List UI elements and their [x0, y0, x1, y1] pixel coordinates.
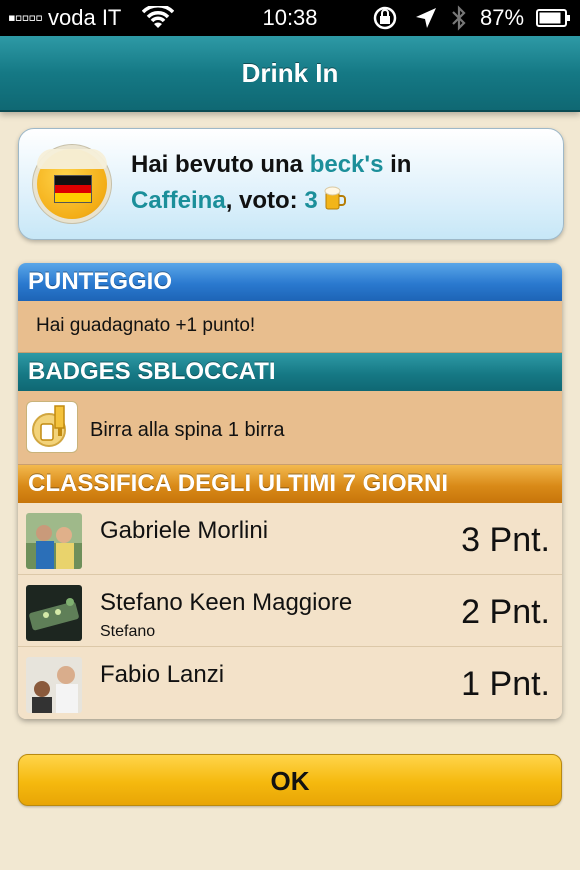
points-earned-text: Hai guadagnato +1 punto!: [36, 315, 256, 336]
avatar: [26, 585, 82, 641]
checkin-message: Hai bevuto una beck's in Caffeina, voto:…: [131, 147, 551, 219]
ranking-section-header: CLASSIFICA DEGLI ULTIMI 7 GIORNI: [18, 465, 562, 503]
location-arrow-icon: [416, 8, 436, 28]
avatar: [26, 657, 82, 713]
player-points: 2 Pnt.: [461, 593, 550, 631]
player-nickname: Stefano: [100, 623, 156, 640]
germany-flag-icon: [54, 175, 92, 203]
navigation-bar: Drink In: [0, 36, 580, 112]
battery-percentage: 87%: [480, 5, 525, 30]
badges-section-header: BADGES SBLOCCATI: [18, 353, 562, 391]
ranking-row[interactable]: Gabriele Morlini 3 Pnt.: [18, 503, 562, 575]
vote-label: , voto:: [225, 187, 298, 214]
badge-name: Birra alla spina 1 birra: [90, 419, 285, 441]
vote-value: 3: [304, 187, 318, 214]
venue-name-link[interactable]: Caffeina: [131, 187, 226, 214]
player-points: 1 Pnt.: [461, 665, 550, 703]
checkin-prefix: Hai bevuto una: [131, 151, 304, 178]
points-section: Hai guadagnato +1 punto!: [18, 301, 562, 353]
player-name: Stefano Keen Maggiore: [100, 589, 353, 616]
ranking-row[interactable]: Fabio Lanzi 1 Pnt.: [18, 647, 562, 719]
checkin-summary-card: Hai bevuto una beck's in Caffeina, voto:…: [18, 128, 564, 240]
battery-icon: [536, 9, 570, 27]
page-title: Drink In: [241, 58, 339, 88]
player-name: Fabio Lanzi: [100, 661, 225, 688]
beer-tap-badge-icon: [26, 401, 78, 453]
player-points: 3 Pnt.: [461, 521, 550, 559]
checkin-in: in: [390, 151, 412, 178]
results-panel: PUNTEGGIO Hai guadagnato +1 punto! BADGE…: [18, 263, 562, 719]
ranking-row[interactable]: Stefano Keen Maggiore Stefano 2 Pnt.: [18, 575, 562, 647]
bluetooth-icon: [452, 5, 466, 31]
avatar: [26, 513, 82, 569]
beer-mug-icon: [324, 186, 347, 210]
badges-section[interactable]: Birra alla spina 1 birra: [18, 391, 562, 465]
ok-button[interactable]: OK: [18, 754, 562, 806]
points-section-header: PUNTEGGIO: [18, 263, 562, 301]
player-name: Gabriele Morlini: [100, 517, 269, 544]
rotation-lock-icon: [373, 6, 397, 30]
status-bar: ▪▫▫▫▫ voda IT 10:38 87%: [0, 0, 580, 36]
beer-name-link[interactable]: beck's: [310, 151, 384, 178]
